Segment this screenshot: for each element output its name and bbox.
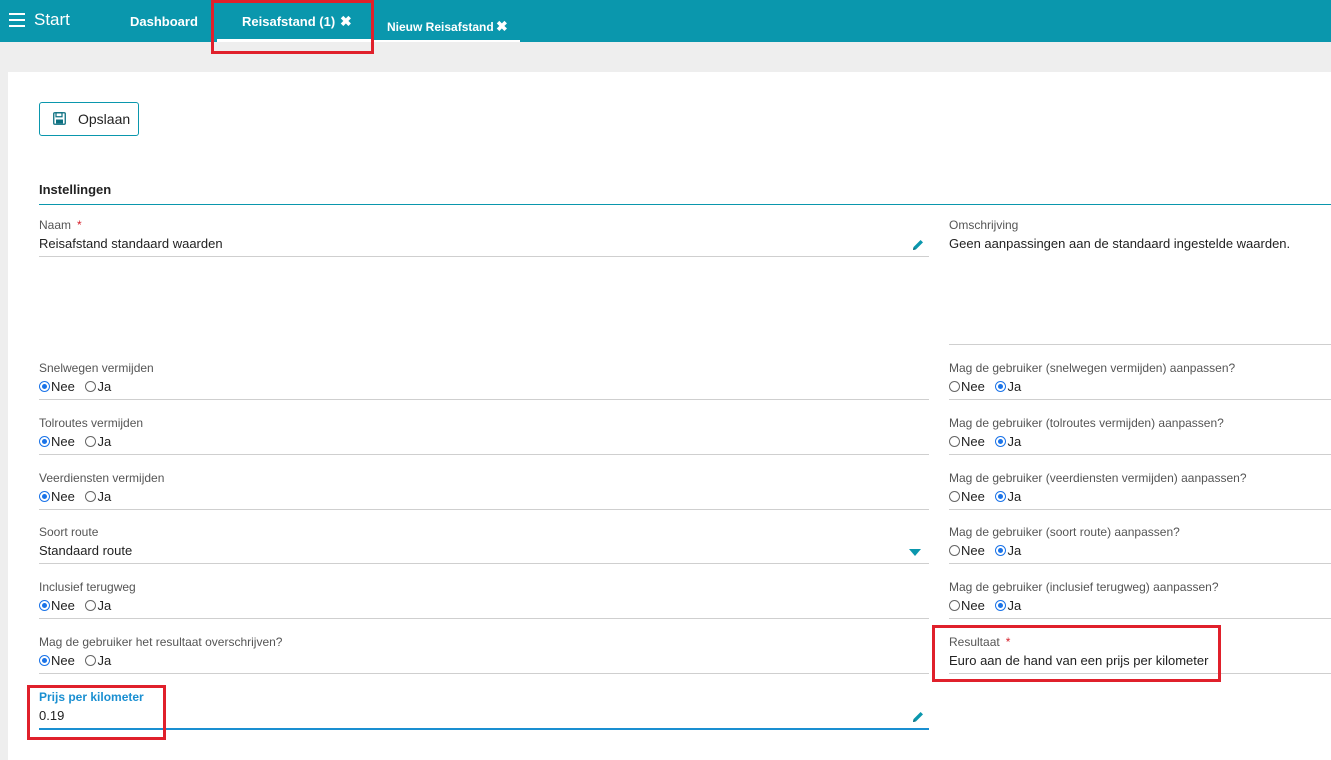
resultaat-overschrijven-label: Mag de gebruiker het resultaat overschri…: [39, 635, 283, 649]
soort-route-field[interactable]: Soort route Standaard route: [39, 525, 929, 564]
mag-terugweg-label: Mag de gebruiker (inclusief terugweg) aa…: [949, 580, 1219, 594]
close-icon[interactable]: ✖: [340, 13, 352, 30]
omschrijving-label: Omschrijving: [949, 218, 1019, 232]
tab-label: Dashboard: [130, 14, 198, 29]
section-divider: [39, 204, 1331, 205]
tab-nieuw-reisafstand[interactable]: Nieuw Reisafstand ✖: [373, 0, 520, 42]
mag-tolroutes-field: Mag de gebruiker (tolroutes vermijden) a…: [949, 416, 1331, 455]
veerdiensten-field: Veerdiensten vermijden Nee Ja: [39, 471, 929, 510]
save-button[interactable]: Opslaan: [39, 102, 139, 136]
radio-ja[interactable]: Ja: [85, 434, 118, 449]
mag-terugweg-field: Mag de gebruiker (inclusief terugweg) aa…: [949, 580, 1331, 619]
section-title: Instellingen: [39, 182, 112, 197]
mag-soort-route-label: Mag de gebruiker (soort route) aanpassen…: [949, 525, 1180, 539]
prijs-per-km-value[interactable]: 0.19: [39, 708, 64, 723]
resultaat-overschrijven-field: Mag de gebruiker het resultaat overschri…: [39, 635, 929, 674]
snelwegen-field: Snelwegen vermijden Nee Ja: [39, 361, 929, 400]
radio-nee[interactable]: Nee: [39, 598, 82, 613]
required-mark: *: [77, 218, 82, 232]
mag-snelwegen-field: Mag de gebruiker (snelwegen vermijden) a…: [949, 361, 1331, 400]
required-mark: *: [1005, 635, 1011, 649]
radio-nee[interactable]: Nee: [949, 379, 992, 394]
tab-dashboard[interactable]: Dashboard: [130, 0, 210, 42]
radio-ja[interactable]: Ja: [995, 543, 1028, 558]
radio-nee[interactable]: Nee: [949, 543, 992, 558]
radio-ja[interactable]: Ja: [995, 434, 1028, 449]
close-icon[interactable]: ✖: [496, 18, 508, 35]
floppy-disk-icon: [53, 112, 66, 125]
radio-ja[interactable]: Ja: [85, 653, 118, 668]
naam-label: Naam *: [39, 218, 82, 232]
radio-group: Nee Ja: [949, 378, 1028, 394]
radio-group: Nee Ja: [39, 378, 118, 394]
naam-value[interactable]: Reisafstand standaard waarden: [39, 236, 223, 251]
resultaat-label: Resultaat *: [949, 635, 1011, 649]
chevron-down-icon[interactable]: [909, 549, 921, 556]
resultaat-value[interactable]: Euro aan de hand van een prijs per kilom…: [949, 653, 1208, 668]
radio-nee[interactable]: Nee: [39, 653, 82, 668]
radio-nee[interactable]: Nee: [949, 489, 992, 504]
radio-group: Nee Ja: [949, 433, 1028, 449]
mag-veerdiensten-label: Mag de gebruiker (veerdiensten vermijden…: [949, 471, 1247, 485]
radio-group: Nee Ja: [949, 597, 1028, 613]
radio-nee[interactable]: Nee: [39, 489, 82, 504]
radio-ja[interactable]: Ja: [995, 489, 1028, 504]
radio-ja[interactable]: Ja: [995, 598, 1028, 613]
terugweg-label: Inclusief terugweg: [39, 580, 136, 594]
tab-reisafstand-1[interactable]: Reisafstand (1) ✖: [217, 0, 371, 42]
radio-ja[interactable]: Ja: [85, 379, 118, 394]
omschrijving-field[interactable]: Omschrijving Geen aanpassingen aan de st…: [949, 218, 1331, 345]
radio-nee[interactable]: Nee: [39, 434, 82, 449]
omschrijving-value[interactable]: Geen aanpassingen aan de standaard inges…: [949, 236, 1290, 251]
radio-ja[interactable]: Ja: [85, 598, 118, 613]
mag-veerdiensten-field: Mag de gebruiker (veerdiensten vermijden…: [949, 471, 1331, 510]
radio-ja[interactable]: Ja: [85, 489, 118, 504]
radio-nee[interactable]: Nee: [39, 379, 82, 394]
radio-group: Nee Ja: [39, 597, 118, 613]
radio-group: Nee Ja: [949, 488, 1028, 504]
tab-label: Reisafstand (1): [242, 14, 336, 29]
radio-ja[interactable]: Ja: [995, 379, 1028, 394]
mag-soort-route-field: Mag de gebruiker (soort route) aanpassen…: [949, 525, 1331, 564]
soort-route-label: Soort route: [39, 525, 99, 539]
terugweg-field: Inclusief terugweg Nee Ja: [39, 580, 929, 619]
radio-group: Nee Ja: [39, 652, 118, 668]
mag-tolroutes-label: Mag de gebruiker (tolroutes vermijden) a…: [949, 416, 1224, 430]
menu-icon[interactable]: [9, 13, 25, 27]
tolroutes-label: Tolroutes vermijden: [39, 416, 144, 430]
veerdiensten-label: Veerdiensten vermijden: [39, 471, 165, 485]
prijs-per-km-label: Prijs per kilometer: [39, 690, 144, 704]
radio-nee[interactable]: Nee: [949, 598, 992, 613]
pencil-icon[interactable]: [911, 238, 925, 252]
top-bar: Start Dashboard Reisafstand (1) ✖ Nieuw …: [0, 0, 1331, 42]
soort-route-value[interactable]: Standaard route: [39, 543, 132, 558]
snelwegen-label: Snelwegen vermijden: [39, 361, 154, 375]
tab-label: Nieuw Reisafstand: [387, 20, 494, 34]
radio-group: Nee Ja: [949, 542, 1028, 558]
save-button-label: Opslaan: [78, 111, 131, 127]
pencil-icon[interactable]: [911, 710, 925, 724]
naam-field[interactable]: Naam * Reisafstand standaard waarden: [39, 218, 929, 257]
radio-nee[interactable]: Nee: [949, 434, 992, 449]
start-link[interactable]: Start: [34, 10, 70, 30]
radio-group: Nee Ja: [39, 433, 118, 449]
tolroutes-field: Tolroutes vermijden Nee Ja: [39, 416, 929, 455]
radio-group: Nee Ja: [39, 488, 118, 504]
prijs-per-km-field[interactable]: Prijs per kilometer 0.19: [39, 690, 929, 730]
resultaat-field[interactable]: Resultaat * Euro aan de hand van een prij…: [949, 635, 1331, 674]
mag-snelwegen-label: Mag de gebruiker (snelwegen vermijden) a…: [949, 361, 1236, 375]
